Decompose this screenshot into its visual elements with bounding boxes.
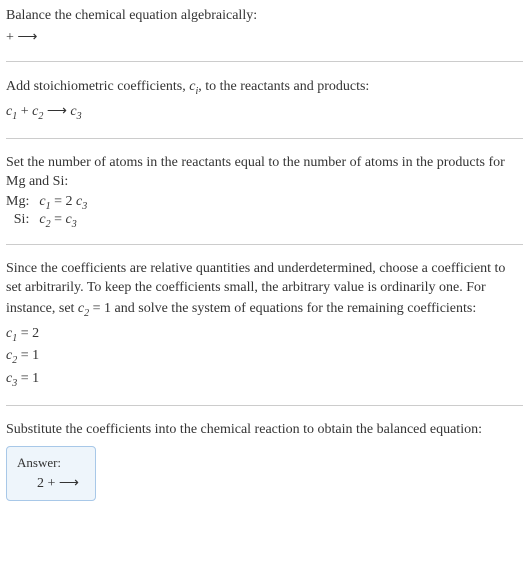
stoich-equation: c1 + c2 ⟶ c3: [6, 101, 523, 124]
si-mid: =: [51, 212, 66, 227]
mg-mid: = 2: [51, 194, 76, 209]
atom-label-mg: Mg:: [6, 194, 39, 212]
intro-text: Balance the chemical equation algebraica…: [6, 6, 523, 26]
coef1-val: = 2: [17, 326, 39, 341]
section-atoms: Set the number of atoms in the reactants…: [6, 153, 523, 230]
stoich-text: Add stoichiometric coefficients, ci, to …: [6, 76, 523, 99]
intro-equation-text: + ⟶: [6, 30, 37, 45]
plus-1: +: [17, 104, 32, 119]
section-solve: Since the coefficients are relative quan…: [6, 259, 523, 391]
atom-label-si: Si:: [6, 212, 39, 230]
divider-3: [6, 244, 523, 245]
intro-equation: + ⟶: [6, 28, 523, 48]
divider-4: [6, 405, 523, 406]
coef-2: c2 = 1: [6, 345, 523, 368]
solve-text: Since the coefficients are relative quan…: [6, 259, 523, 321]
atom-eq-mg: c1 = 2 c3: [39, 194, 87, 212]
section-balance-intro: Balance the chemical equation algebraica…: [6, 6, 523, 47]
mg-cright-sub: 3: [82, 201, 87, 212]
solve-c2: c2: [78, 301, 89, 316]
answer-label: Answer:: [17, 455, 79, 471]
atoms-text: Set the number of atoms in the reactants…: [6, 153, 523, 192]
solve-text-b: = 1 and solve the system of equations fo…: [89, 301, 476, 316]
coef-3: c3 = 1: [6, 368, 523, 391]
coef3-val: = 1: [17, 371, 39, 386]
divider-2: [6, 138, 523, 139]
coef-list: c1 = 2 c2 = 1 c3 = 1: [6, 323, 523, 391]
answer-intro: Substitute the coefficients into the che…: [6, 420, 523, 440]
atom-row-si: Si: c2 = c3: [6, 212, 87, 230]
stoich-suffix: , to the reactants and products:: [198, 79, 369, 94]
coef-1: c1 = 2: [6, 323, 523, 346]
stoich-prefix: Add stoichiometric coefficients,: [6, 79, 189, 94]
answer-equation: 2 + ⟶: [17, 475, 79, 492]
c3-sub: 3: [77, 111, 82, 122]
atom-row-mg: Mg: c1 = 2 c3: [6, 194, 87, 212]
answer-box: Answer: 2 + ⟶: [6, 446, 96, 501]
si-cright-sub: 3: [72, 219, 77, 230]
coef2-val: = 1: [17, 348, 39, 363]
ci-symbol: ci: [189, 79, 198, 94]
arrow-1: ⟶: [43, 104, 70, 119]
atom-table: Mg: c1 = 2 c3 Si: c2 = c3: [6, 194, 87, 230]
atom-eq-si: c2 = c3: [39, 212, 87, 230]
section-answer: Substitute the coefficients into the che…: [6, 420, 523, 501]
divider-1: [6, 61, 523, 62]
section-stoich: Add stoichiometric coefficients, ci, to …: [6, 76, 523, 124]
